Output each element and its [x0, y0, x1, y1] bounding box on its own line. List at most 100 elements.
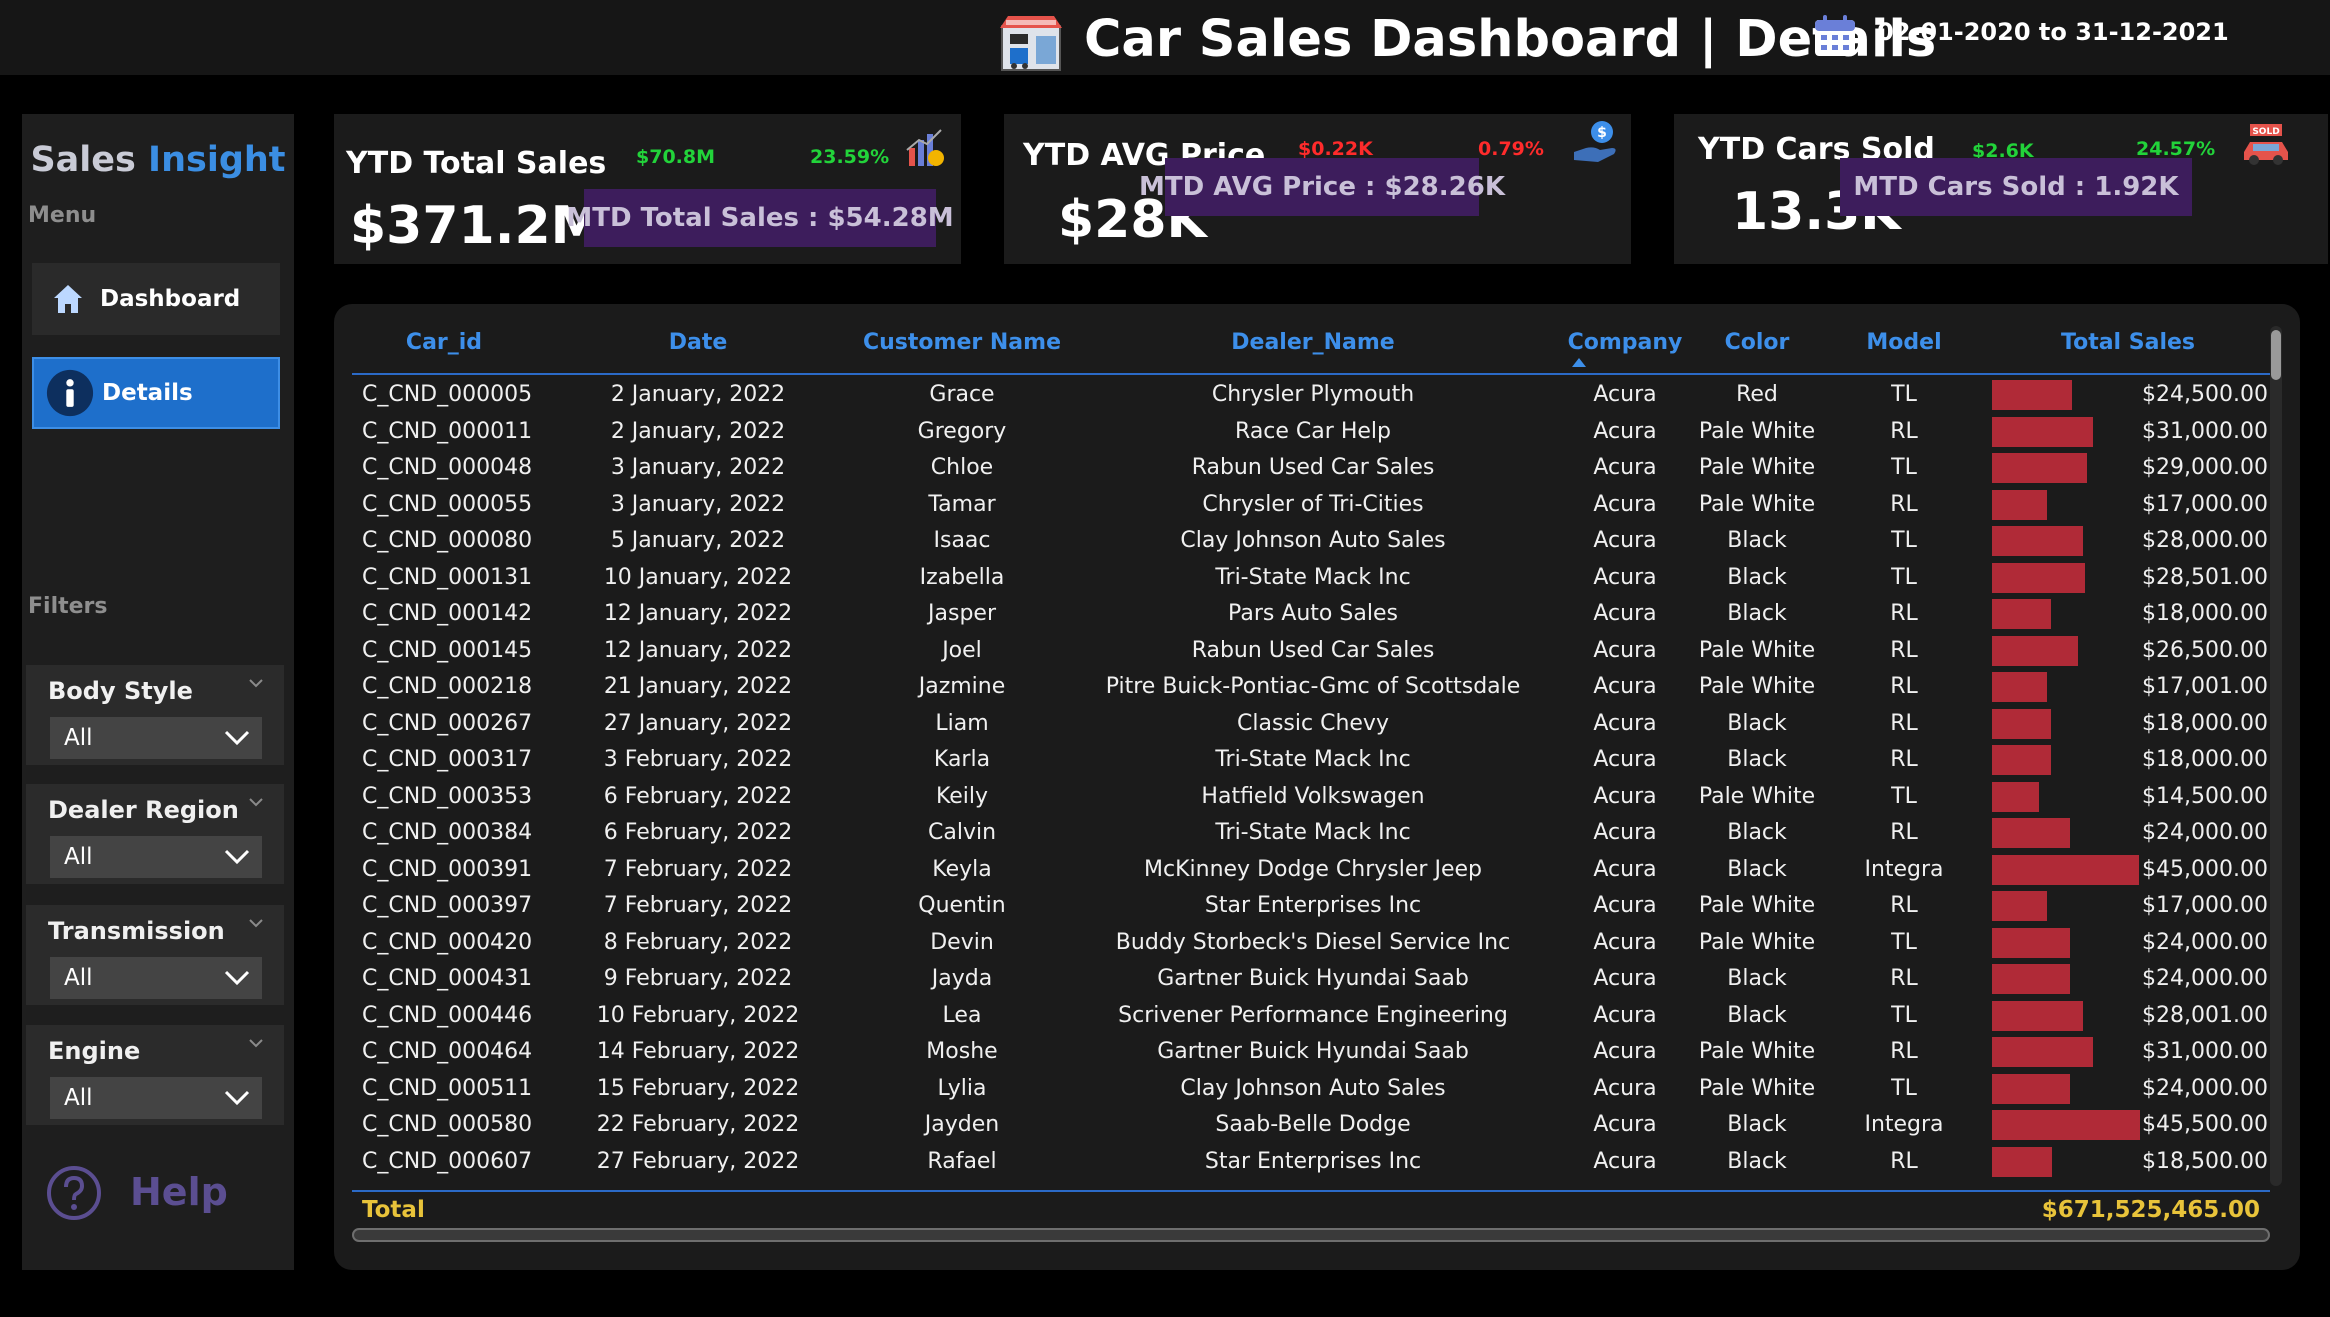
- sales-bar: [1992, 599, 2051, 629]
- svg-text:$: $: [1597, 125, 1607, 141]
- column-header-company[interactable]: Company: [1568, 330, 1683, 355]
- table-row[interactable]: C_CND_000317 3 February, 2022 Karla Tri-Sta…: [352, 741, 2270, 778]
- table-row[interactable]: C_CND_000145 12 January, 2022 Joel Rabun Us…: [352, 632, 2270, 669]
- cell-model: TL: [1891, 455, 1917, 480]
- cell-dealer-name: Gartner Buick Hyundai Saab: [1157, 1039, 1469, 1064]
- table-row[interactable]: C_CND_000218 21 January, 2022 Jazmine Pitre…: [352, 668, 2270, 705]
- transmission-dropdown-value: All: [64, 965, 93, 991]
- cell-model: RL: [1890, 710, 1918, 736]
- column-header-customer-name[interactable]: Customer Name: [863, 330, 1061, 355]
- table-row[interactable]: C_CND_000384 6 February, 2022 Calvin Tri-St…: [352, 814, 2270, 851]
- cell-car-id: C_CND_000317: [362, 747, 533, 772]
- brand-name: Sales Insight: [22, 140, 294, 180]
- chevron-down-icon[interactable]: [248, 675, 264, 691]
- cell-customer-name: Keily: [935, 783, 989, 809]
- engine-dropdown[interactable]: All: [50, 1077, 262, 1119]
- cell-total-sales: $31,000.00: [2142, 418, 2268, 444]
- vertical-scrollbar[interactable]: [2270, 326, 2282, 1186]
- cell-dealer-name: Buddy Storbeck's Diesel Service Inc: [1115, 929, 1511, 955]
- table-row[interactable]: C_CND_000131 10 January, 2022 Izabella Tri-…: [352, 559, 2270, 596]
- sales-bar: [1992, 380, 2072, 410]
- cell-color: Black: [1727, 966, 1787, 991]
- table-row[interactable]: C_CND_000142 12 January, 2022 Jasper Pars A…: [352, 595, 2270, 632]
- help-icon[interactable]: [46, 1165, 102, 1221]
- cell-car-id: C_CND_000080: [362, 528, 533, 553]
- table-row[interactable]: C_CND_000607 27 February, 2022 Rafael Star …: [352, 1143, 2270, 1180]
- filter-dealer-region: Dealer Region All: [26, 784, 284, 884]
- cell-total-sales: $24,000.00: [2142, 929, 2268, 955]
- chevron-down-icon[interactable]: [248, 1035, 264, 1051]
- vertical-scrollbar-thumb[interactable]: [2271, 330, 2281, 380]
- cell-company: Acura: [1593, 966, 1657, 991]
- kpi-card-avg-price: YTD AVG Price $28K $0.22K 0.79% $ MTD AV…: [1004, 114, 1631, 264]
- help-button[interactable]: Help: [130, 1170, 228, 1214]
- cell-color: Pale White: [1698, 674, 1816, 699]
- cell-total-sales: $18,000.00: [2142, 747, 2268, 772]
- sort-ascending-icon[interactable]: [1572, 358, 1586, 367]
- kpi-total-sales-title: YTD Total Sales: [346, 146, 607, 181]
- body-style-dropdown[interactable]: All: [50, 717, 262, 759]
- nav-details-button[interactable]: Details: [32, 357, 280, 429]
- cell-color: Black: [1727, 564, 1787, 590]
- cell-color: Red: [1736, 382, 1778, 407]
- cell-model: RL: [1890, 966, 1918, 991]
- cell-company: Acura: [1593, 491, 1657, 517]
- table-row[interactable]: C_CND_000080 5 January, 2022 Isaac Clay Joh…: [352, 522, 2270, 559]
- cell-customer-name: Lea: [942, 1002, 982, 1028]
- table-row[interactable]: C_CND_000397 7 February, 2022 Quentin Star …: [352, 887, 2270, 924]
- table-row[interactable]: C_CND_000267 27 January, 2022 Liam Classic …: [352, 705, 2270, 742]
- kpi-avg-price-delta: $0.22K: [1298, 138, 1373, 160]
- table-row[interactable]: C_CND_000055 3 January, 2022 Tamar Chrysler…: [352, 486, 2270, 523]
- brand-name-part1: Sales: [30, 140, 149, 180]
- cell-color: Black: [1727, 856, 1787, 882]
- dealer-region-dropdown[interactable]: All: [50, 836, 262, 878]
- table-row[interactable]: C_CND_000005 2 January, 2022 Grace Chrysler…: [352, 376, 2270, 413]
- column-header-dealer-name[interactable]: Dealer_Name: [1231, 330, 1394, 355]
- column-header-model[interactable]: Model: [1866, 330, 1941, 355]
- chevron-down-icon: [224, 849, 250, 865]
- cell-color: Black: [1727, 1002, 1787, 1028]
- column-header-color[interactable]: Color: [1725, 330, 1790, 355]
- nav-dashboard-button[interactable]: Dashboard: [32, 263, 280, 335]
- cell-model: RL: [1890, 491, 1918, 517]
- table-row[interactable]: C_CND_000420 8 February, 2022 Devin Buddy S…: [352, 924, 2270, 961]
- table-row[interactable]: C_CND_000391 7 February, 2022 Keyla McKinne…: [352, 851, 2270, 888]
- column-header-total-sales[interactable]: Total Sales: [2061, 330, 2195, 355]
- cell-car-id: C_CND_000580: [362, 1112, 533, 1137]
- cell-model: RL: [1890, 893, 1918, 918]
- cell-model: RL: [1890, 747, 1918, 772]
- chevron-down-icon[interactable]: [248, 794, 264, 810]
- cell-customer-name: Grace: [929, 382, 995, 407]
- cell-dealer-name: Hatfield Volkswagen: [1201, 783, 1425, 809]
- table-row[interactable]: C_CND_000353 6 February, 2022 Keily Hatfiel…: [352, 778, 2270, 815]
- table-row[interactable]: C_CND_000011 2 January, 2022 Gregory Race C…: [352, 413, 2270, 450]
- cell-total-sales: $29,000.00: [2142, 455, 2268, 480]
- cell-model: Integra: [1864, 1112, 1944, 1137]
- table-row[interactable]: C_CND_000580 22 February, 2022 Jayden Saab-…: [352, 1106, 2270, 1143]
- sales-bar: [1992, 635, 2078, 666]
- chevron-down-icon[interactable]: [248, 915, 264, 931]
- transmission-dropdown[interactable]: All: [50, 957, 262, 999]
- cell-date: 3 February, 2022: [603, 747, 793, 772]
- page-title: Car Sales Dashboard | Details: [1084, 10, 1937, 69]
- cell-dealer-name: McKinney Dodge Chrysler Jeep: [1144, 856, 1482, 882]
- cell-model: RL: [1890, 1039, 1918, 1064]
- nav-dashboard-label: Dashboard: [100, 286, 241, 312]
- kpi-card-total-sales: YTD Total Sales $371.2M $70.8M 23.59% MT…: [334, 114, 961, 264]
- cell-customer-name: Chloe: [930, 455, 994, 480]
- cell-total-sales: $28,000.00: [2142, 528, 2268, 553]
- table-row[interactable]: C_CND_000431 9 February, 2022 Jayda Gartner…: [352, 960, 2270, 997]
- cell-dealer-name: Star Enterprises Inc: [1204, 893, 1422, 918]
- chevron-down-icon: [224, 970, 250, 986]
- cell-company: Acura: [1593, 1075, 1657, 1101]
- table-row[interactable]: C_CND_000464 14 February, 2022 Moshe Gartne…: [352, 1033, 2270, 1070]
- header-divider: [352, 373, 2270, 375]
- column-header-date[interactable]: Date: [669, 330, 728, 355]
- table-row[interactable]: C_CND_000446 10 February, 2022 Lea Scrivene…: [352, 997, 2270, 1034]
- horizontal-scrollbar[interactable]: [352, 1228, 2270, 1242]
- cell-model: TL: [1891, 382, 1917, 407]
- column-header-car-id[interactable]: Car_id: [406, 330, 482, 355]
- table-row[interactable]: C_CND_000511 15 February, 2022 Lylia Clay J…: [352, 1070, 2270, 1107]
- table-row[interactable]: C_CND_000048 3 January, 2022 Chloe Rabun Us…: [352, 449, 2270, 486]
- cell-date: 10 January, 2022: [603, 564, 793, 590]
